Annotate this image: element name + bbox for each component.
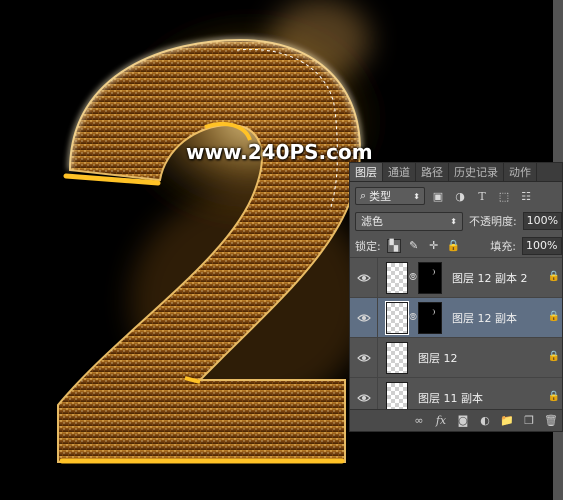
tab-channels[interactable]: 通道	[383, 163, 416, 181]
layer-list: ⦾ 图层 12 副本 2 🔒 ⦾ 图层 12 副本 🔒 图层 12 🔒 图层 1…	[350, 257, 562, 418]
layer-row-selected[interactable]: ⦾ 图层 12 副本 🔒	[350, 297, 562, 338]
updown-arrows-icon: ⬍	[413, 191, 420, 201]
adjustment-filter-icon[interactable]: ◑	[451, 188, 469, 204]
watermark-text: www.240PS.com	[186, 140, 373, 164]
lock-row: 锁定: ▚ ✎ ✛ 🔒 填充: 100%	[350, 234, 562, 258]
search-icon: ⌕	[360, 189, 367, 202]
eye-icon[interactable]	[350, 257, 378, 298]
link-mask-icon[interactable]: ⦾	[408, 312, 418, 323]
lock-all-icon[interactable]: 🔒	[447, 239, 461, 253]
adjustment-layer-icon[interactable]: ◐	[478, 414, 492, 428]
fill-input[interactable]: 100%	[522, 236, 562, 255]
tab-history[interactable]: 历史记录	[449, 163, 504, 181]
layer-name[interactable]: 图层 12 副本 2	[452, 270, 528, 286]
opacity-label: 不透明度:	[468, 215, 517, 228]
filter-kind-label: 类型	[369, 190, 392, 203]
lock-transparent-pixels-icon[interactable]: ▚	[386, 238, 401, 253]
layers-panel: 图层 通道 路径 历史记录 动作 ⌕ 类型 ⬍ ▣ ◑ T ⬚ ☷ 滤色 ⬍ 不…	[349, 162, 563, 432]
lock-icon: 🔒	[547, 391, 560, 402]
eye-icon[interactable]	[350, 297, 378, 338]
tab-layers[interactable]: 图层	[350, 163, 383, 181]
smart-object-filter-icon[interactable]: ☷	[517, 188, 535, 204]
lock-position-icon[interactable]: ✛	[427, 239, 441, 253]
layer-row[interactable]: 图层 12 🔒	[350, 337, 562, 378]
tab-actions[interactable]: 动作	[504, 163, 537, 181]
layer-thumbnail[interactable]	[386, 341, 408, 374]
lock-icon: 🔒	[547, 311, 560, 322]
link-mask-icon[interactable]: ⦾	[408, 272, 418, 283]
opacity-input[interactable]: 100%	[522, 212, 562, 230]
layer-name[interactable]: 图层 12	[418, 350, 458, 366]
layer-thumbnail[interactable]	[386, 261, 408, 294]
blend-row: 滤色 ⬍ 不透明度: 100%	[350, 208, 562, 234]
panel-tab-bar: 图层 通道 路径 历史记录 动作	[350, 163, 562, 182]
eye-icon[interactable]	[350, 337, 378, 378]
layer-name[interactable]: 图层 12 副本	[452, 310, 517, 326]
layer-mask-thumbnail[interactable]	[418, 261, 442, 294]
fill-label: 填充:	[490, 239, 516, 253]
updown-arrows-icon: ⬍	[450, 216, 457, 226]
layer-mask-thumbnail[interactable]	[418, 301, 442, 334]
blend-mode-select[interactable]: 滤色 ⬍	[355, 211, 463, 231]
shape-filter-icon[interactable]: ⬚	[495, 188, 513, 204]
panel-bottom-toolbar: ∞ fx ◙ ◐ 📁 ❐ 🗑	[350, 409, 562, 431]
layer-name[interactable]: 图层 11 副本	[418, 390, 483, 406]
blend-mode-label: 滤色	[361, 215, 383, 228]
layer-row[interactable]: ⦾ 图层 12 副本 2 🔒	[350, 257, 562, 298]
layer-thumbnail[interactable]	[385, 300, 409, 335]
new-group-icon[interactable]: 📁	[500, 414, 514, 428]
lock-label: 锁定:	[355, 239, 381, 253]
new-layer-icon[interactable]: ❐	[522, 414, 536, 428]
layer-filter-row: ⌕ 类型 ⬍ ▣ ◑ T ⬚ ☷	[350, 184, 562, 208]
delete-icon[interactable]: 🗑	[544, 414, 558, 428]
link-layers-icon[interactable]: ∞	[412, 414, 426, 428]
lock-image-pixels-icon[interactable]: ✎	[407, 239, 421, 253]
lock-icon: 🔒	[547, 271, 560, 282]
add-mask-icon[interactable]: ◙	[456, 414, 470, 428]
type-filter-icon[interactable]: T	[473, 188, 491, 204]
lock-icon: 🔒	[547, 351, 560, 362]
image-filter-icon[interactable]: ▣	[429, 188, 447, 204]
filter-kind-select[interactable]: ⌕ 类型 ⬍	[355, 187, 425, 205]
fx-icon[interactable]: fx	[434, 414, 448, 428]
tab-paths[interactable]: 路径	[416, 163, 449, 181]
